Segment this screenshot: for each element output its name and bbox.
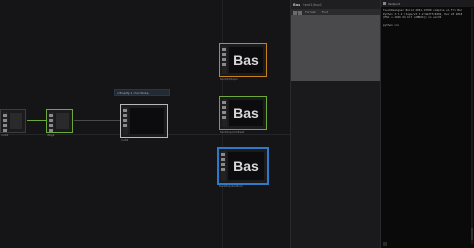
node-caption: text/top/bottom (219, 184, 243, 188)
panel-title: Bas (293, 2, 301, 7)
textport-icon (383, 2, 386, 5)
node-middle-bas[interactable]: Bas text/top/midtext (219, 96, 267, 134)
node-caption: null2 (121, 138, 129, 142)
node-preview-text: Bas (233, 52, 259, 68)
info-icon[interactable] (298, 11, 302, 15)
node-merge[interactable]: null2 (120, 104, 168, 142)
node-preview-text: Bas (233, 105, 259, 121)
node-top-bas[interactable]: Bas text/td/top1 (219, 43, 267, 81)
node-source-b[interactable]: ifbg1 (46, 109, 73, 137)
parameter-panel[interactable]: Bas text1/top1 Text Format Font (290, 0, 380, 248)
node-tooltip: cdtop/fg.1 chordtube (114, 89, 170, 96)
textport-prompt: python >>> (383, 22, 400, 27)
help-icon[interactable] (293, 11, 297, 15)
textport-scrollbar[interactable] (471, 8, 473, 244)
node-caption: text/top/midtext (220, 130, 245, 134)
textport-output[interactable]: TouchDesigner Build 2021.13700 compile o… (381, 7, 474, 30)
textport-panel[interactable]: Textport TouchDesigner Build 2021.13700 … (380, 0, 474, 248)
panel-header: Bas text1/top1 (291, 0, 380, 9)
node-caption: null1 (1, 133, 9, 137)
tab-font[interactable]: Font (322, 10, 329, 14)
resize-handle-icon[interactable] (383, 242, 387, 246)
textport-header: Textport (381, 0, 474, 7)
node-caption: text/td/top1 (220, 77, 238, 81)
parameter-area[interactable] (291, 15, 380, 81)
node-bottom-bas[interactable]: Bas text/top/bottom (217, 147, 269, 188)
panel-subtitle: text1/top1 (303, 2, 323, 7)
textport-title: Textport (388, 1, 401, 6)
node-source-a[interactable]: null1 (0, 109, 26, 137)
wire (27, 120, 46, 121)
tab-format[interactable]: Format (305, 10, 316, 14)
wire (74, 120, 120, 121)
node-preview-text: Bas (233, 158, 259, 174)
node-caption: ifbg1 (47, 133, 55, 137)
